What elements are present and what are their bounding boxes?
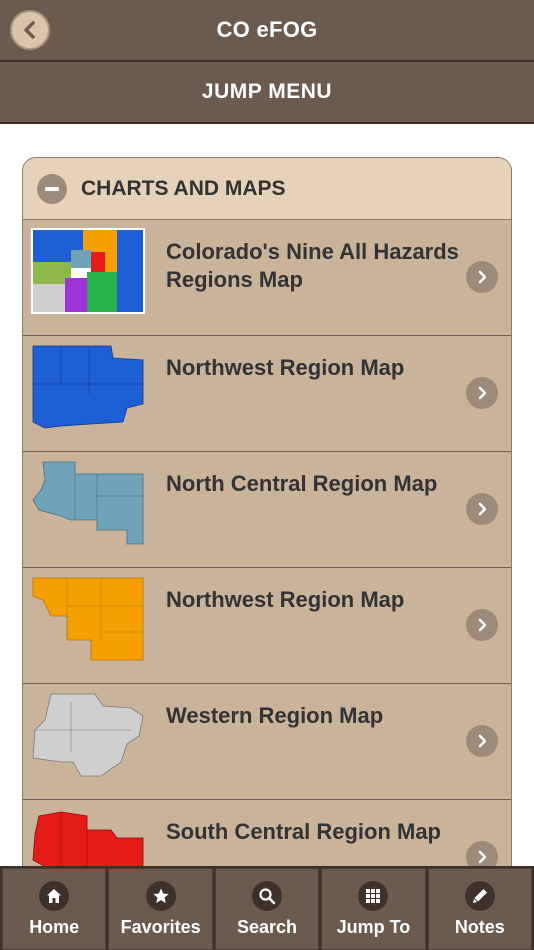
- jump-menu-bar: JUMP MENU: [0, 62, 534, 124]
- chevron-right-icon[interactable]: [466, 377, 498, 409]
- item-label: Northwest Region Map: [166, 587, 405, 612]
- pencil-icon: [464, 881, 495, 911]
- tab-label: Notes: [454, 917, 505, 937]
- app-title: CO eFOG: [216, 17, 318, 42]
- northwest-region-map-thumbnail: [32, 345, 144, 429]
- chevron-right-icon[interactable]: [466, 261, 498, 293]
- panel-header[interactable]: CHARTS AND MAPS: [23, 158, 511, 220]
- tab-label: Jump To: [336, 917, 411, 937]
- chevron-right-icon[interactable]: [466, 841, 498, 866]
- tab-label: Home: [29, 917, 80, 937]
- tab-label: Search: [236, 917, 298, 937]
- chevron-right-icon[interactable]: [466, 493, 498, 525]
- tab-label: Favorites: [120, 917, 201, 937]
- bottom-tab-bar: Home Favorites Search Jump To Notes: [0, 866, 534, 950]
- tab-search[interactable]: Search: [214, 868, 320, 950]
- western-region-map-thumbnail: [32, 693, 144, 777]
- chevron-left-icon: [24, 21, 35, 39]
- item-label: South Central Region Map: [166, 819, 441, 844]
- list-item[interactable]: Colorado's Nine All Hazards Regions Map: [23, 220, 511, 336]
- list-item[interactable]: South Central Region Map: [23, 800, 511, 866]
- star-icon: [145, 881, 176, 911]
- content-area[interactable]: CHARTS AND MAPS Colorado's Nine All Haza…: [0, 124, 534, 866]
- item-label: North Central Region Map: [166, 471, 438, 496]
- item-label: Northwest Region Map: [166, 355, 405, 380]
- list-item[interactable]: Northwest Region Map: [23, 568, 511, 684]
- chevron-right-icon[interactable]: [466, 725, 498, 757]
- back-button[interactable]: [10, 10, 50, 50]
- charts-maps-panel: CHARTS AND MAPS Colorado's Nine All Haza…: [22, 157, 512, 866]
- south-central-region-map-thumbnail: [32, 811, 144, 866]
- northeast-region-map-thumbnail: [32, 577, 144, 661]
- list-item[interactable]: Northwest Region Map: [23, 336, 511, 452]
- colorado-regions-map-thumbnail: [31, 228, 145, 314]
- item-label: Western Region Map: [166, 703, 384, 728]
- home-icon: [39, 881, 70, 911]
- minus-icon[interactable]: [37, 173, 67, 204]
- tab-home[interactable]: Home: [2, 868, 107, 950]
- list-item[interactable]: North Central Region Map: [23, 452, 511, 568]
- tab-jump-to[interactable]: Jump To: [321, 868, 426, 950]
- tab-notes[interactable]: Notes: [427, 868, 533, 950]
- jump-menu-title: JUMP MENU: [201, 80, 333, 103]
- tab-favorites[interactable]: Favorites: [108, 868, 213, 950]
- item-label: Colorado's Nine All Hazards Regions Map: [166, 239, 459, 292]
- list-item[interactable]: Western Region Map: [23, 684, 511, 800]
- chevron-right-icon[interactable]: [466, 609, 498, 641]
- north-central-region-map-thumbnail: [32, 461, 144, 545]
- panel-title: CHARTS AND MAPS: [81, 176, 286, 200]
- title-bar: CO eFOG: [0, 0, 534, 62]
- search-icon: [252, 881, 283, 911]
- grid-icon: [358, 881, 389, 911]
